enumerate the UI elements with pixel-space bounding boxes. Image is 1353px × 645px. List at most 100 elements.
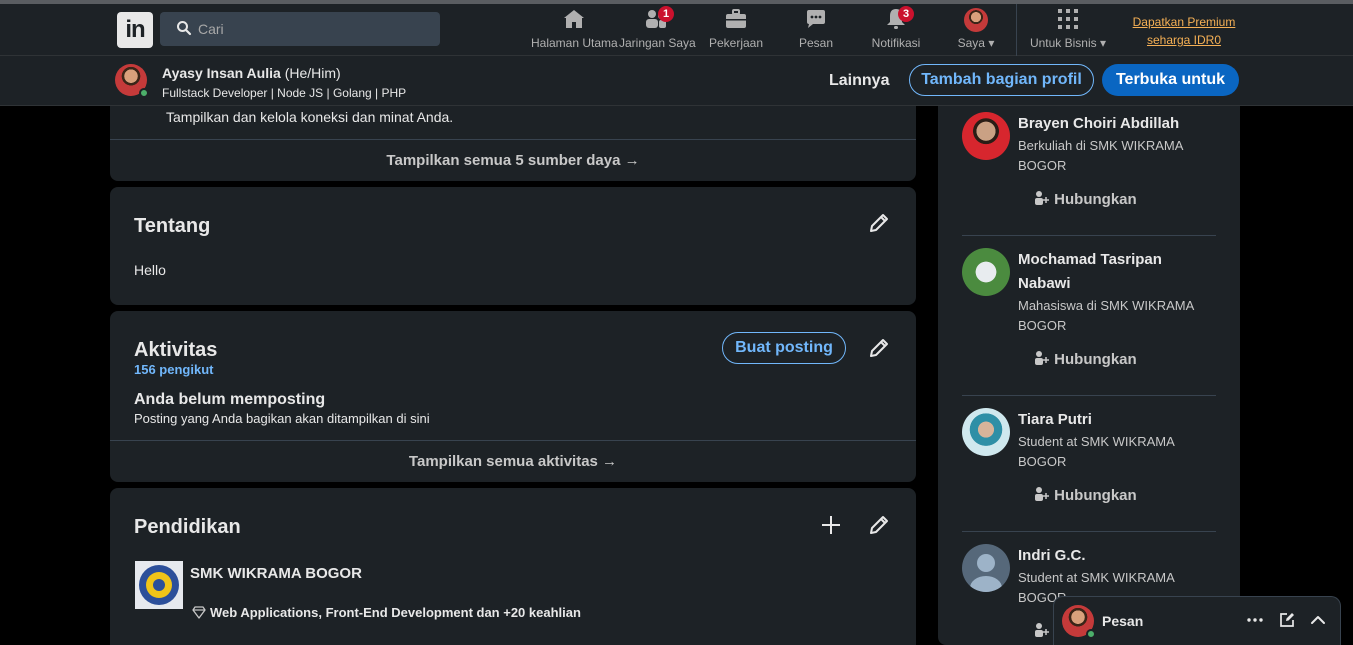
connect-label: Hubungkan <box>1054 351 1137 368</box>
more-options-icon[interactable] <box>1246 611 1264 634</box>
nav-me[interactable]: Saya ▾ <box>948 8 1004 54</box>
list-divider <box>962 531 1216 532</box>
add-person-icon <box>1034 623 1050 640</box>
list-divider <box>962 235 1216 236</box>
premium-line-1: Dapatkan Premium <box>1132 15 1236 29</box>
education-title: Pendidikan <box>134 516 241 538</box>
nav-divider <box>1016 4 1017 56</box>
search-icon <box>176 20 192 41</box>
edit-pencil-icon[interactable] <box>867 336 891 360</box>
global-nav: in Halaman Utama 1 Jaringan Saya Pekerja… <box>0 4 1353 56</box>
online-status-dot <box>1086 629 1096 639</box>
nav-jobs[interactable]: Pekerjaan <box>707 8 765 54</box>
add-plus-icon[interactable] <box>819 513 843 537</box>
more-button[interactable]: Lainnya <box>829 72 889 90</box>
avatar[interactable] <box>962 112 1010 160</box>
edit-pencil-icon[interactable] <box>867 513 891 537</box>
activity-card: Aktivitas 156 pengikut Buat posting Anda… <box>110 311 916 482</box>
messaging-label: Pesan <box>1102 613 1144 629</box>
create-post-button[interactable]: Buat posting <box>722 332 846 364</box>
nav-business-label: Untuk Bisnis <box>1029 36 1097 50</box>
add-person-icon <box>1034 351 1054 368</box>
avatar[interactable] <box>962 248 1010 296</box>
add-person-icon <box>1034 487 1054 504</box>
school-name[interactable]: SMK WIKRAMA BOGOR <box>190 565 362 582</box>
school-logo[interactable] <box>135 561 183 609</box>
show-all-resources-link[interactable]: Tampilkan semua 5 sumber daya → <box>110 152 916 169</box>
list-item: Tiara Putri Student at SMK WIKRAMA BOGOR… <box>962 408 1216 518</box>
empty-activity-desc: Posting yang Anda bagikan akan ditampilk… <box>134 411 430 426</box>
nav-jobs-label: Pekerjaan <box>708 36 764 50</box>
nav-home[interactable]: Halaman Utama <box>531 7 618 54</box>
diamond-icon <box>192 605 206 622</box>
compose-icon[interactable] <box>1278 611 1296 634</box>
nav-me-label: Saya <box>957 36 985 50</box>
nav-network[interactable]: 1 Jaringan Saya <box>619 6 696 54</box>
add-profile-section-button[interactable]: Tambah bagian profil <box>909 64 1094 96</box>
education-card: Pendidikan SMK WIKRAMA BOGOR Web Applica… <box>110 488 916 645</box>
connect-label: Hubungkan <box>1054 487 1137 504</box>
connect-button[interactable]: Hubungkan <box>1034 486 1137 504</box>
empty-activity-title: Anda belum memposting <box>134 391 326 408</box>
nav-home-label: Halaman Utama <box>531 36 618 50</box>
edit-pencil-icon[interactable] <box>867 211 891 235</box>
connect-button[interactable] <box>1034 622 1050 640</box>
search-box[interactable] <box>160 12 440 46</box>
nav-messaging[interactable]: Pesan <box>790 8 842 54</box>
home-icon <box>562 7 586 34</box>
profile-name: Ayasy Insan Aulia <box>162 65 281 81</box>
nav-notifications[interactable]: 3 Notifikasi <box>866 6 926 54</box>
card-divider <box>110 440 916 441</box>
list-divider <box>962 395 1216 396</box>
connect-button[interactable]: Hubungkan <box>1034 350 1137 368</box>
person-name[interactable]: Brayen Choiri Abdillah <box>1018 112 1216 136</box>
resources-card: Tampilkan dan kelola koneksi dan minat A… <box>110 106 916 181</box>
online-status-dot <box>139 88 149 98</box>
profile-name-line: Ayasy Insan Aulia (He/Him) <box>162 65 341 81</box>
nav-messaging-label: Pesan <box>798 36 834 50</box>
education-skills: Web Applications, Front-End Development … <box>192 605 581 622</box>
messaging-overlay[interactable]: Pesan <box>1053 596 1341 645</box>
chevron-up-icon[interactable] <box>1309 611 1327 634</box>
person-headline: Student at SMK WIKRAMA BOGOR <box>1018 434 1175 469</box>
add-person-icon <box>1034 191 1054 208</box>
chevron-down-icon: ▾ <box>1100 36 1107 50</box>
profile-headline: Fullstack Developer | Node JS | Golang |… <box>162 86 407 100</box>
resources-text: Tampilkan dan kelola koneksi dan minat A… <box>166 109 454 125</box>
nav-business[interactable]: Untuk Bisnis ▾ <box>1026 8 1110 54</box>
messaging-icon <box>804 7 828 34</box>
premium-link[interactable]: Dapatkan Premium seharga IDR0 <box>1128 13 1240 49</box>
avatar[interactable] <box>962 544 1010 592</box>
person-name[interactable]: Indri G.C. <box>1018 544 1216 568</box>
profile-pronouns: (He/Him) <box>284 65 341 81</box>
connect-button[interactable]: Hubungkan <box>1034 190 1137 208</box>
about-title: Tentang <box>134 215 211 237</box>
network-badge: 1 <box>658 6 674 22</box>
person-headline: Mahasiswa di SMK WIKRAMA BOGOR <box>1018 298 1194 333</box>
person-name[interactable]: Mochamad Tasripan Nabawi <box>1018 248 1216 296</box>
list-item: Brayen Choiri Abdillah Berkuliah di SMK … <box>962 112 1216 222</box>
sticky-profile-bar: Ayasy Insan Aulia (He/Him) Fullstack Dev… <box>0 56 1353 106</box>
nav-network-label: Jaringan Saya <box>619 36 696 50</box>
briefcase-icon <box>724 7 748 34</box>
connect-label: Hubungkan <box>1054 191 1137 208</box>
person-name[interactable]: Tiara Putri <box>1018 408 1216 432</box>
list-item: Mochamad Tasripan Nabawi Mahasiswa di SM… <box>962 248 1216 368</box>
search-input[interactable] <box>198 12 428 46</box>
show-all-activity-link[interactable]: Tampilkan semua aktivitas → <box>110 453 916 470</box>
notifications-badge: 3 <box>898 6 914 22</box>
about-body: Hello <box>134 262 166 278</box>
nav-notifications-label: Notifikasi <box>871 36 921 50</box>
linkedin-logo[interactable]: in <box>117 12 153 48</box>
me-avatar <box>964 8 988 32</box>
card-divider <box>110 139 916 140</box>
avatar[interactable] <box>962 408 1010 456</box>
education-skills-text: Web Applications, Front-End Development … <box>210 605 581 620</box>
premium-line-2: seharga IDR0 <box>1146 33 1222 47</box>
followers-count[interactable]: 156 pengikut <box>134 362 213 377</box>
about-card: Tentang Hello <box>110 187 916 305</box>
activity-title: Aktivitas <box>134 339 218 361</box>
chevron-down-icon: ▾ <box>988 36 995 50</box>
open-to-button[interactable]: Terbuka untuk <box>1102 64 1239 96</box>
people-suggestions: Brayen Choiri Abdillah Berkuliah di SMK … <box>938 106 1240 645</box>
